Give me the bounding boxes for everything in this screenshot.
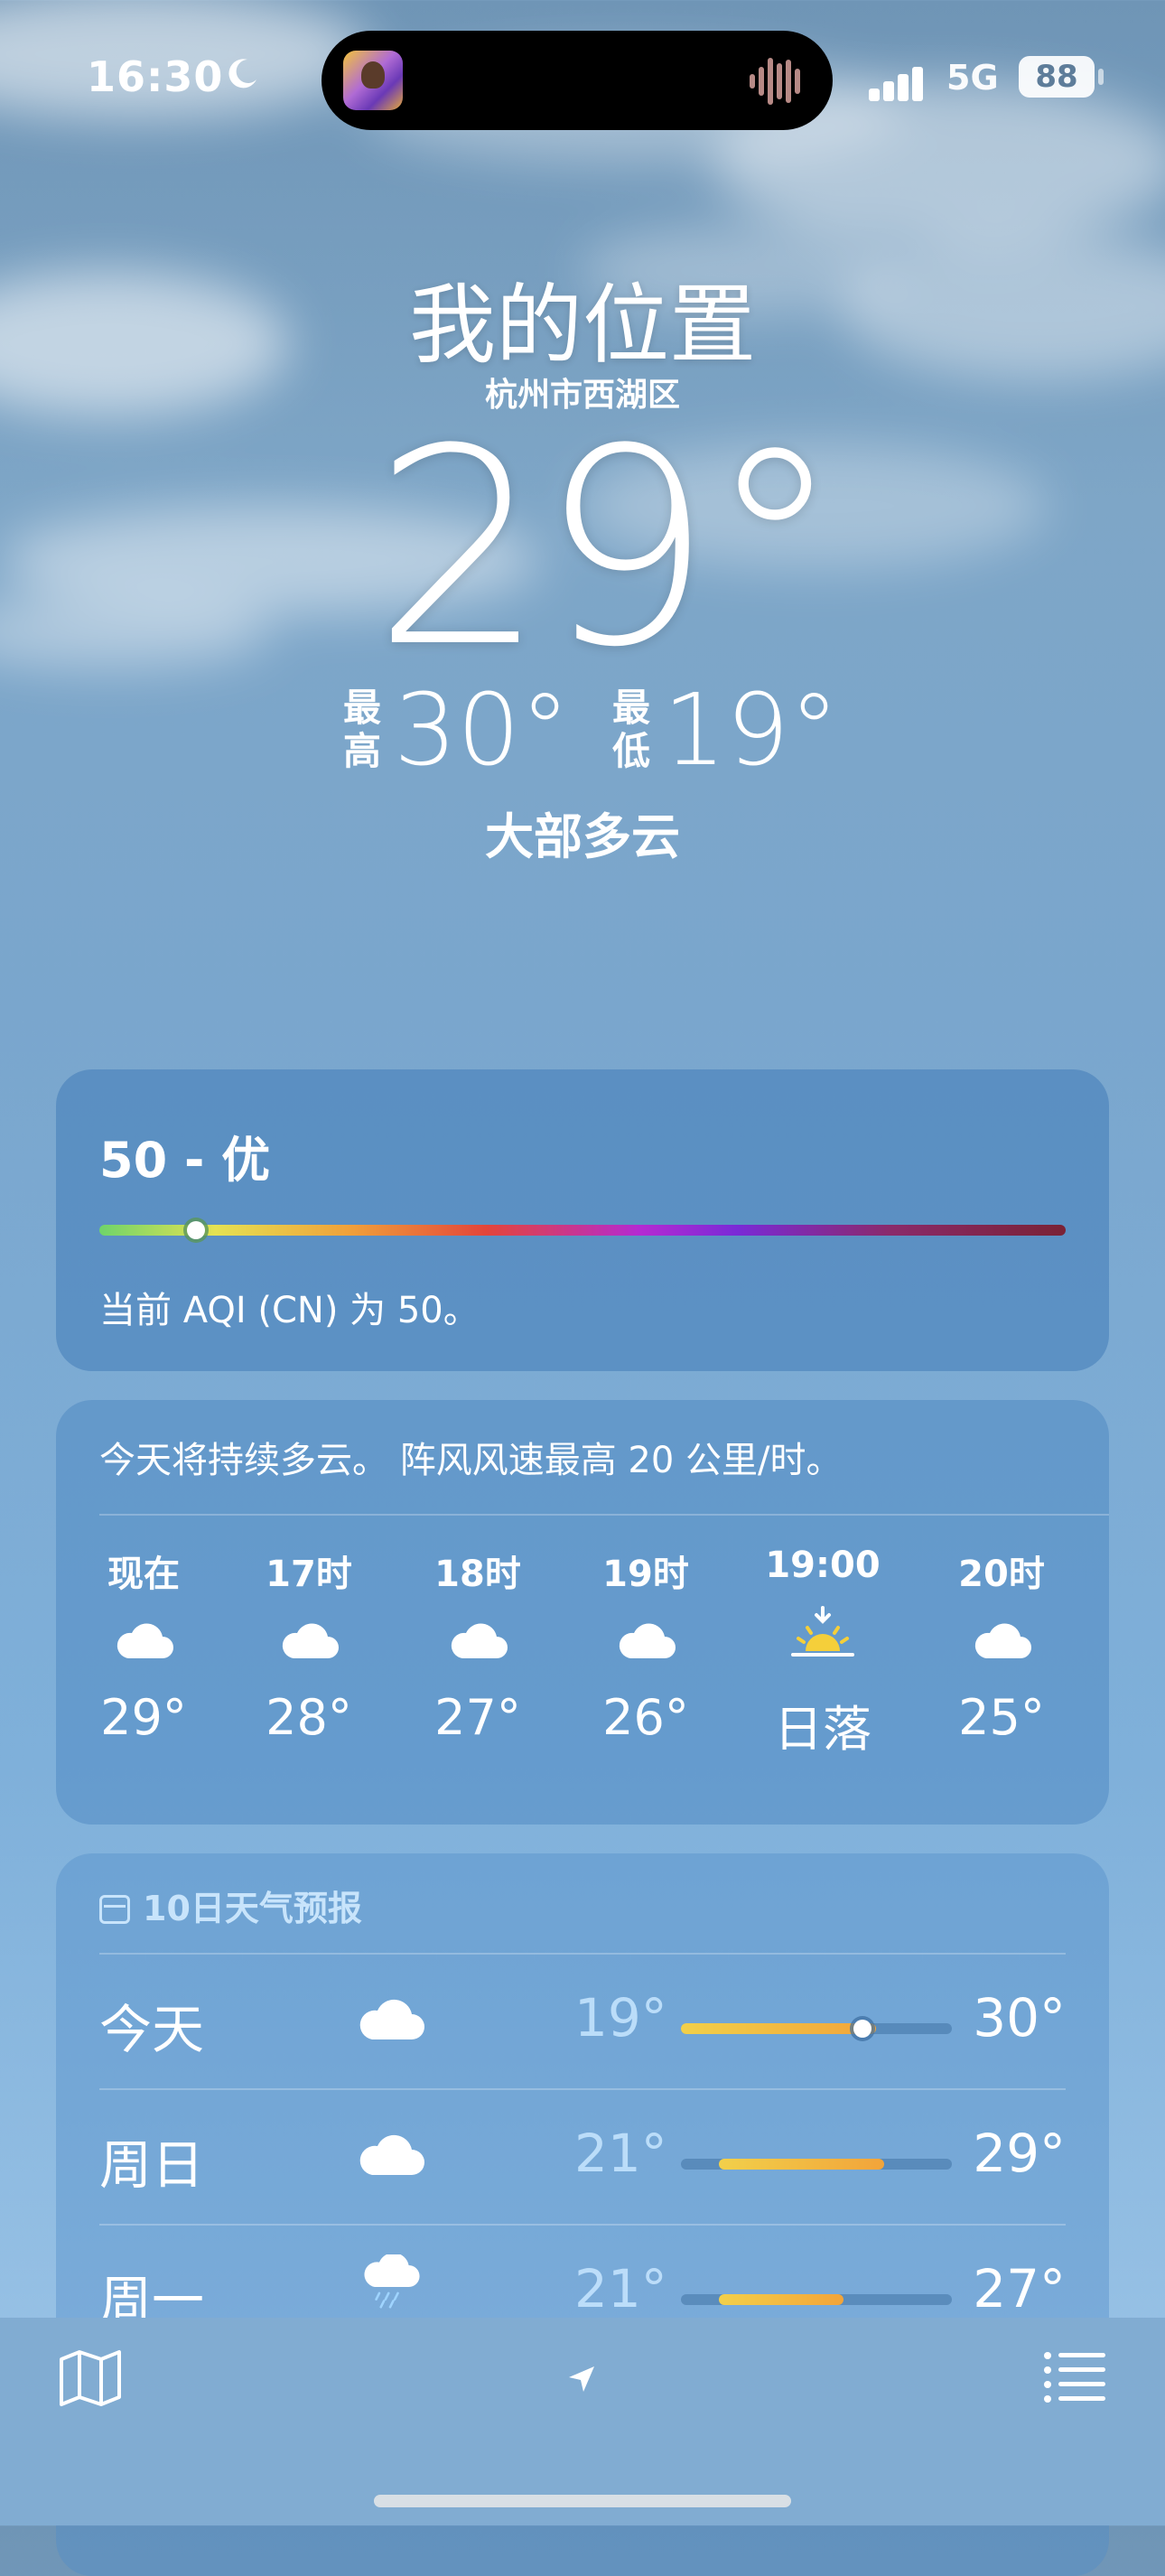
air-quality-card[interactable]: 50 - 优 当前 AQI (CN) 为 50。	[56, 1069, 1109, 1371]
high-label: 最高	[343, 686, 382, 773]
network-type: 5G	[946, 58, 999, 98]
cloud-icon	[359, 2134, 424, 2175]
hour-item: 20时 25°	[934, 1545, 1069, 1746]
status-time: 16:30	[87, 52, 224, 101]
aqi-label: 50 - 优	[99, 1132, 271, 1189]
hour-label: 19时	[602, 1554, 689, 1595]
aqi-description: 当前 AQI (CN) 为 50。	[99, 1290, 480, 1331]
condition-text: 大部多云	[485, 808, 680, 865]
hourly-forecast-card[interactable]: 今天将持续多云。 阵风风速最高 20 公里/时。 现在 29° 17时 28° …	[56, 1400, 1109, 1825]
temp-range-fill	[719, 2294, 843, 2305]
temp-range-fill	[681, 2023, 876, 2034]
hour-temp: 28°	[266, 1689, 352, 1746]
ten-day-header: 10日天气预报	[99, 1881, 362, 1930]
hour-label: 19:00	[765, 1545, 881, 1586]
hour-item: 19:00 日落	[755, 1545, 890, 1760]
map-icon[interactable]	[58, 2348, 123, 2408]
cloud-icon	[282, 1623, 339, 1658]
hour-item: 17时 28°	[241, 1545, 377, 1746]
status-bar: 16:30 5G 88	[0, 0, 1165, 154]
day-high: 29°	[973, 2123, 1066, 2184]
current-temperature: 29°	[373, 391, 843, 706]
home-indicator[interactable]	[374, 2495, 791, 2507]
day-low: 19°	[574, 1987, 667, 2049]
aqi-scale-bar	[99, 1225, 1066, 1236]
hour-item: 18时 27°	[410, 1545, 545, 1746]
list-icon[interactable]	[1042, 2350, 1107, 2403]
day-name: 周日	[99, 2134, 205, 2196]
hour-temp: 25°	[958, 1689, 1045, 1746]
temp-range-bar	[681, 2159, 952, 2170]
hour-item: 现在 29°	[76, 1545, 211, 1746]
aqi-indicator	[187, 1221, 205, 1239]
divider	[99, 1514, 1109, 1516]
ten-day-header-label: 10日天气预报	[143, 1889, 362, 1928]
hour-label: 现在	[107, 1554, 180, 1595]
cloud-icon	[451, 1623, 508, 1658]
day-high: 30°	[973, 1987, 1066, 2049]
day-name: 今天	[99, 1999, 205, 2060]
hour-temp: 29°	[100, 1689, 187, 1746]
hour-temp: 日落	[774, 1701, 871, 1758]
divider	[99, 2224, 1066, 2226]
day-low: 21°	[574, 2123, 667, 2184]
hour-label: 18时	[434, 1554, 521, 1595]
day-high: 27°	[973, 2258, 1066, 2319]
calendar-icon	[99, 1895, 130, 1924]
divider	[99, 2088, 1066, 2090]
audio-waveform-icon	[750, 58, 800, 105]
now-playing-artwork[interactable]	[343, 51, 403, 110]
cloud-icon	[619, 1623, 676, 1658]
divider	[99, 1953, 1066, 1955]
hour-temp: 26°	[602, 1689, 689, 1746]
battery-level: 88	[1035, 59, 1078, 95]
temp-range-bar	[681, 2294, 952, 2305]
day-row[interactable]: 周日 21° 29°	[99, 2088, 1066, 2224]
hour-temp: 27°	[434, 1689, 521, 1746]
current-temp-indicator	[853, 2020, 871, 2038]
hourly-summary: 今天将持续多云。 阵风风速最高 20 公里/时。	[99, 1440, 843, 1481]
location-arrow-icon[interactable]	[565, 2363, 598, 2395]
high-low-temps: 最高 30° 最低 19°	[343, 672, 839, 788]
cloud-icon	[974, 1623, 1031, 1658]
hour-label: 20时	[958, 1554, 1045, 1595]
battery-icon: 88	[1019, 56, 1095, 98]
temp-range-bar	[681, 2020, 952, 2038]
cloud-icon	[359, 1999, 424, 2039]
high-temp: 30°	[394, 672, 570, 788]
rain-icon	[364, 2254, 420, 2309]
dynamic-island[interactable]	[322, 31, 833, 130]
day-low: 21°	[574, 2258, 667, 2319]
battery-tip	[1098, 69, 1104, 85]
low-label: 最低	[612, 686, 651, 773]
cellular-signal-icon	[869, 67, 923, 101]
temp-range-fill	[719, 2159, 884, 2170]
moon-icon	[228, 59, 256, 89]
cloud-icon	[116, 1623, 173, 1658]
sunset-icon	[791, 1606, 854, 1657]
location-title: 我的位置	[409, 275, 756, 376]
day-row[interactable]: 今天 19° 30°	[99, 1953, 1066, 2088]
low-temp: 19°	[663, 672, 839, 788]
hour-label: 17时	[266, 1554, 352, 1595]
hour-item: 19时 26°	[578, 1545, 713, 1746]
